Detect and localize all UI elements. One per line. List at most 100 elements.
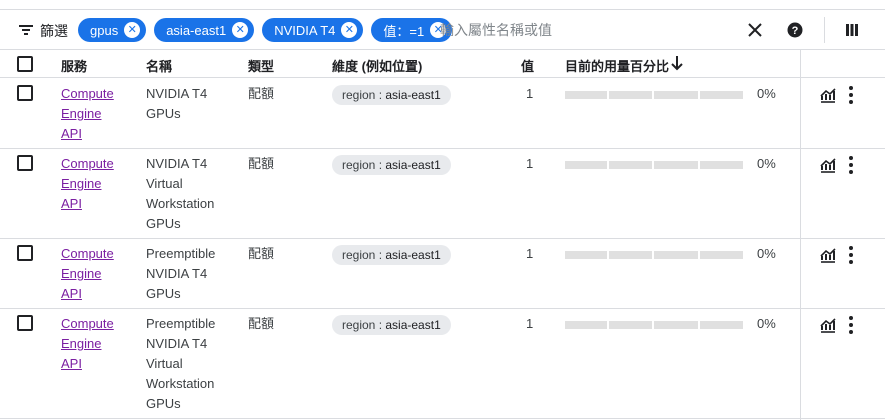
filter-chip[interactable]: NVIDIA T4 ✕ bbox=[262, 18, 364, 42]
dimension-value: asia-east1 bbox=[385, 88, 441, 102]
dimension-key: region bbox=[342, 248, 376, 262]
dimension-chip: region : asia-east1 bbox=[332, 245, 451, 265]
remove-chip-icon[interactable]: ✕ bbox=[341, 22, 358, 38]
usage-bar-segment bbox=[610, 91, 654, 99]
quota-type: 配額 bbox=[248, 316, 275, 331]
filter-chip[interactable]: asia-east1 ✕ bbox=[154, 18, 255, 42]
table-row: Compute Engine API Preemptible NVIDIA T4 Virt… bbox=[0, 309, 885, 419]
remove-chip-icon[interactable]: ✕ bbox=[232, 22, 249, 38]
usage-bar-segment bbox=[701, 91, 745, 99]
filter-chip-label: gpus bbox=[90, 22, 119, 38]
usage-percent: 0% bbox=[757, 156, 776, 171]
filter-chip-label: asia-east1 bbox=[166, 22, 227, 38]
quota-value: 1 bbox=[526, 156, 534, 171]
filter-chip-label: 值：=1 bbox=[383, 23, 425, 39]
table-row: Compute Engine API NVIDIA T4 GPUs 配額 region : … bbox=[0, 79, 885, 149]
chart-icon[interactable] bbox=[820, 157, 836, 173]
column-display-button[interactable] bbox=[842, 20, 862, 40]
usage-bar-segment bbox=[565, 251, 609, 259]
quota-type: 配額 bbox=[248, 156, 275, 171]
column-header-usage[interactable]: 目前的用量百分比 bbox=[565, 56, 669, 75]
arrow-down-icon[interactable] bbox=[670, 55, 684, 71]
service-link[interactable]: Compute Engine API bbox=[61, 244, 121, 304]
dimension-value: asia-east1 bbox=[385, 248, 441, 262]
quota-type: 配額 bbox=[248, 86, 275, 101]
column-header-name[interactable]: 名稱 bbox=[146, 56, 172, 75]
quota-type: 配額 bbox=[248, 246, 275, 261]
quota-name: NVIDIA T4 Virtual Workstation GPUs bbox=[146, 156, 215, 231]
row-checkbox[interactable] bbox=[17, 245, 33, 261]
column-header-service[interactable]: 服務 bbox=[61, 56, 87, 75]
filter-bar: 篩選 gpus ✕ asia-east1 ✕ NVIDIA T4 ✕ 值：=1 … bbox=[0, 10, 885, 50]
quota-name: Preemptible NVIDIA T4 GPUs bbox=[146, 246, 216, 301]
more-vert-icon[interactable] bbox=[846, 85, 856, 105]
usage-bar-segment bbox=[656, 251, 700, 259]
usage-bar-segment bbox=[656, 161, 700, 169]
filter-chip[interactable]: gpus ✕ bbox=[78, 18, 147, 42]
dimension-separator: : bbox=[375, 248, 386, 262]
usage-percent: 0% bbox=[757, 246, 776, 261]
table-row: Compute Engine API Preemptible NVIDIA T4 GPUs… bbox=[0, 239, 885, 309]
usage-bar bbox=[565, 91, 745, 99]
usage-bar bbox=[565, 251, 745, 259]
filter-chips: gpus ✕ asia-east1 ✕ NVIDIA T4 ✕ 值：=1 ✕ bbox=[78, 18, 453, 42]
usage-bar-segment bbox=[610, 161, 654, 169]
chart-icon[interactable] bbox=[820, 87, 836, 103]
clear-filter-button[interactable] bbox=[745, 20, 765, 40]
usage-bar-segment bbox=[610, 321, 654, 329]
column-header-dimension[interactable]: 維度 (例如位置) bbox=[332, 56, 422, 75]
more-vert-icon[interactable] bbox=[846, 245, 856, 265]
dimension-separator: : bbox=[375, 158, 386, 172]
table-row: Compute Engine API NVIDIA T4 Virtual Workstat… bbox=[0, 149, 885, 239]
dimension-value: asia-east1 bbox=[385, 318, 441, 332]
quota-value: 1 bbox=[526, 86, 534, 101]
column-header-value[interactable]: 值 bbox=[521, 56, 534, 75]
chart-icon[interactable] bbox=[820, 247, 836, 263]
quota-name: Preemptible NVIDIA T4 Virtual Workstation GP… bbox=[146, 316, 216, 411]
more-vert-icon[interactable] bbox=[846, 155, 856, 175]
svg-text:?: ? bbox=[792, 25, 799, 37]
service-link[interactable]: Compute Engine API bbox=[61, 154, 121, 214]
service-link[interactable]: Compute Engine API bbox=[61, 314, 121, 374]
row-checkbox[interactable] bbox=[17, 315, 33, 331]
usage-percent: 0% bbox=[757, 86, 776, 101]
usage-bar bbox=[565, 321, 745, 329]
remove-chip-icon[interactable]: ✕ bbox=[124, 22, 141, 38]
usage-bar-segment bbox=[656, 321, 700, 329]
filter-input[interactable] bbox=[438, 18, 718, 42]
dimension-value: asia-east1 bbox=[385, 158, 441, 172]
quota-value: 1 bbox=[526, 246, 534, 261]
close-icon bbox=[748, 23, 762, 37]
column-display-icon bbox=[846, 24, 858, 36]
help-button[interactable]: ? bbox=[785, 20, 805, 40]
usage-bar-segment bbox=[656, 91, 700, 99]
usage-bar-segment bbox=[565, 321, 609, 329]
quota-name: NVIDIA T4 GPUs bbox=[146, 86, 208, 121]
usage-bar-segment bbox=[565, 91, 609, 99]
help-icon: ? bbox=[787, 22, 803, 38]
usage-percent: 0% bbox=[757, 316, 776, 331]
column-header-type[interactable]: 類型 bbox=[248, 56, 274, 75]
row-checkbox[interactable] bbox=[17, 85, 33, 101]
top-divider bbox=[0, 0, 885, 10]
usage-bar-segment bbox=[610, 251, 654, 259]
dimension-key: region bbox=[342, 88, 376, 102]
filter-label[interactable]: 篩選 bbox=[40, 21, 68, 41]
service-link[interactable]: Compute Engine API bbox=[61, 84, 121, 144]
filter-icon[interactable] bbox=[18, 23, 34, 37]
dimension-key: region bbox=[342, 318, 376, 332]
usage-bar-segment bbox=[565, 161, 609, 169]
dimension-key: region bbox=[342, 158, 376, 172]
usage-bar-segment bbox=[701, 251, 745, 259]
row-checkbox[interactable] bbox=[17, 155, 33, 171]
chart-icon[interactable] bbox=[820, 317, 836, 333]
select-all-checkbox[interactable] bbox=[17, 56, 33, 72]
table-header: 服務 名稱 類型 維度 (例如位置) 值 目前的用量百分比 bbox=[0, 50, 885, 78]
usage-bar bbox=[565, 161, 745, 169]
dimension-chip: region : asia-east1 bbox=[332, 155, 451, 175]
dimension-separator: : bbox=[375, 88, 386, 102]
more-vert-icon[interactable] bbox=[846, 315, 856, 335]
dimension-chip: region : asia-east1 bbox=[332, 85, 451, 105]
dimension-chip: region : asia-east1 bbox=[332, 315, 451, 335]
toolbar-divider bbox=[824, 17, 825, 43]
